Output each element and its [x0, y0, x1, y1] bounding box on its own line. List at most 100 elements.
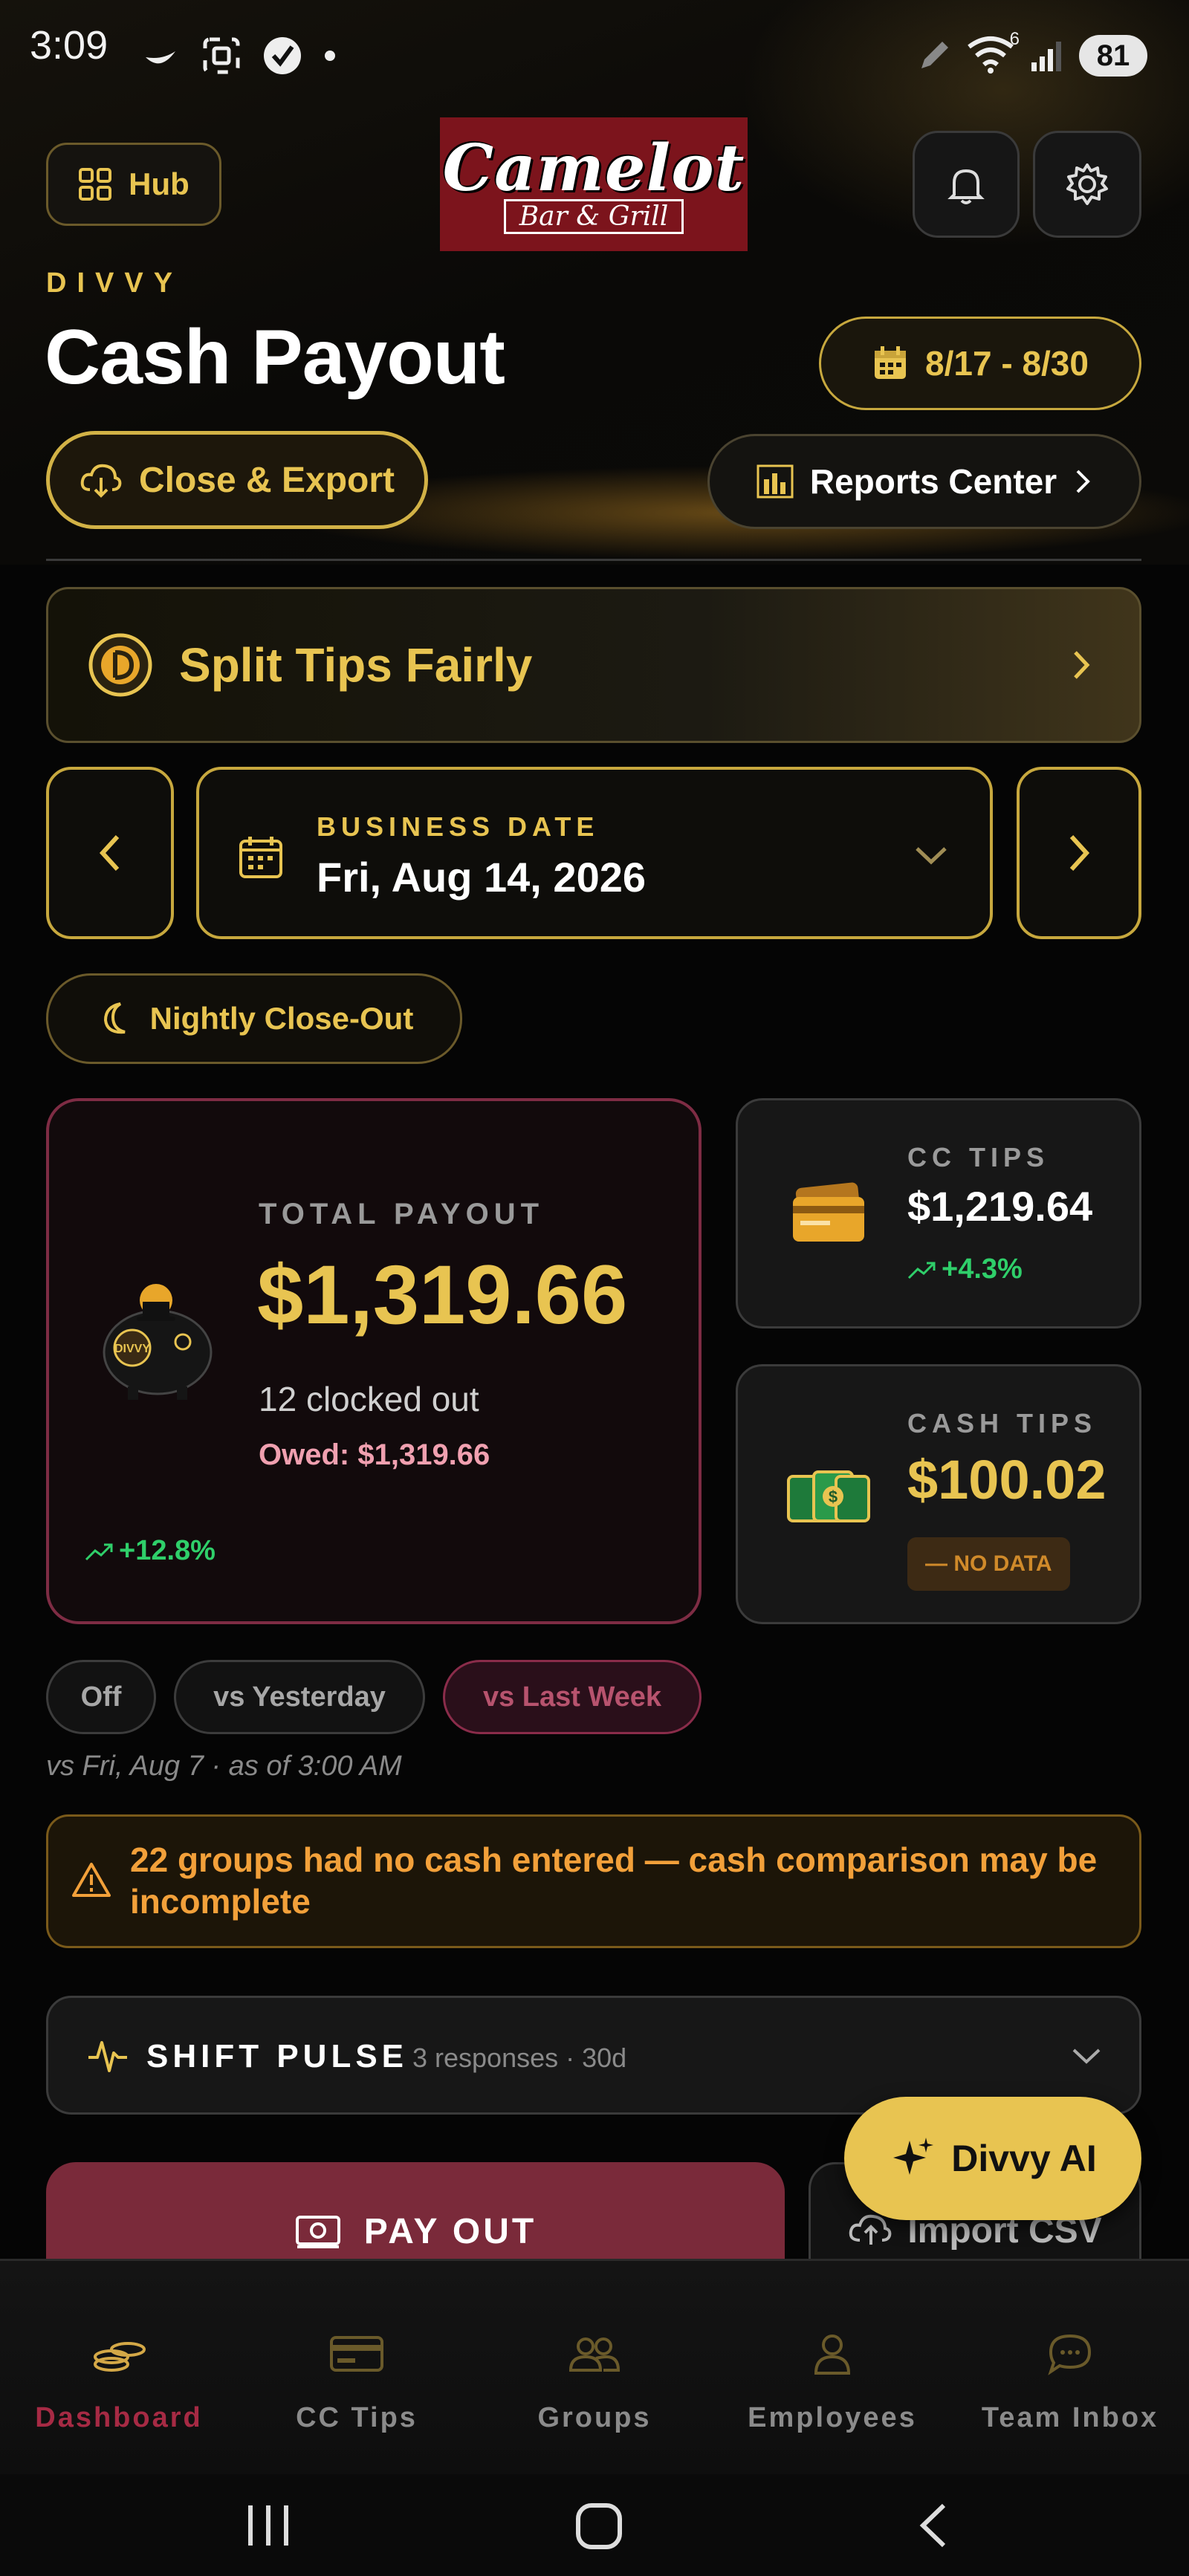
- compare-chip-yesterday[interactable]: vs Yesterday: [174, 1660, 425, 1734]
- chevron-down-icon: [916, 847, 947, 865]
- wifi-icon: 6: [966, 29, 1020, 77]
- app-eyebrow: DIVVY: [46, 267, 184, 299]
- piggy-bank-icon: DIVVY: [103, 1284, 213, 1400]
- total-payout-caption: TOTAL PAYOUT: [259, 1198, 545, 1230]
- no-data-badge: — NO DATA: [907, 1537, 1070, 1591]
- compare-note: vs Fri, Aug 7 · as of 3:00 AM: [46, 1751, 402, 1782]
- date-range-button[interactable]: 8/17 - 8/30: [819, 317, 1141, 410]
- date-range-label: 8/17 - 8/30: [925, 344, 1089, 383]
- cloud-download-icon: [80, 464, 122, 498]
- trend-up-icon: [907, 1262, 936, 1279]
- person-icon: [799, 2328, 866, 2380]
- reports-center-button[interactable]: Reports Center: [707, 434, 1141, 529]
- cc-tips-caption: CC TIPS: [907, 1142, 1050, 1172]
- nightly-close-out-label: Nightly Close-Out: [149, 1001, 414, 1036]
- status-notification-icons: [140, 30, 363, 82]
- chevron-down-icon: [1072, 2048, 1101, 2064]
- nav-item-cc-tips[interactable]: CC Tips: [238, 2261, 476, 2476]
- total-payout-trend: +12.8%: [85, 1535, 216, 1567]
- nav-label-cc-tips: CC Tips: [296, 2402, 418, 2433]
- calendar-icon: [875, 346, 907, 379]
- verified-status-icon: [264, 37, 301, 74]
- owed-amount: Owed: $1,319.66: [259, 1438, 490, 1471]
- gear-icon: [1066, 163, 1108, 205]
- chevron-right-icon: [1076, 470, 1090, 493]
- cash-tips-amount: $100.02: [907, 1449, 1107, 1511]
- group-icon: [561, 2328, 628, 2380]
- screenshot-status-icon: [203, 37, 240, 74]
- previous-date-button[interactable]: [46, 767, 174, 939]
- close-export-label: Close & Export: [138, 460, 395, 500]
- wifi-badge: 6: [1009, 28, 1020, 49]
- total-payout-trend-value: +12.8%: [119, 1535, 216, 1566]
- svg-text:$: $: [829, 1487, 838, 1506]
- signal-icon: [1031, 42, 1061, 71]
- business-date-selector[interactable]: BUSINESS DATE Fri, Aug 14, 2026: [196, 767, 993, 939]
- divvy-coin-icon: [88, 633, 152, 697]
- cash-tips-card[interactable]: $ CASH TIPS $100.02 — NO DATA: [736, 1364, 1141, 1624]
- close-export-button[interactable]: Close & Export: [46, 431, 428, 529]
- nav-label-team-inbox: Team Inbox: [981, 2402, 1159, 2433]
- dot-status-icon: [325, 51, 335, 61]
- svg-text:DIVVY: DIVVY: [114, 1343, 150, 1355]
- shift-pulse-meta: 3 responses · 30d: [412, 2043, 627, 2073]
- divvy-ai-label: Divvy AI: [951, 2138, 1097, 2179]
- calendar-icon: [239, 837, 282, 878]
- credit-card-icon: [793, 1182, 864, 1242]
- divvy-ai-button[interactable]: Divvy AI: [844, 2097, 1141, 2220]
- trend-up-icon: [85, 1543, 113, 1560]
- brand-main: Camelot: [442, 130, 745, 206]
- business-date-caption: BUSINESS DATE: [317, 811, 600, 842]
- status-system-icons: 6 81: [916, 29, 1161, 82]
- battery-indicator: 81: [1079, 35, 1147, 77]
- split-tips-label: Split Tips Fairly: [179, 638, 533, 692]
- total-payout-amount: $1,319.66: [257, 1248, 628, 1341]
- page-title: Cash Payout: [45, 314, 505, 400]
- hub-button[interactable]: Hub: [46, 143, 221, 226]
- status-time: 3:09: [30, 23, 108, 68]
- grid-icon: [79, 168, 112, 201]
- next-date-button[interactable]: [1017, 767, 1141, 939]
- nav-item-dashboard[interactable]: Dashboard: [0, 2261, 238, 2476]
- compare-chip-last-week[interactable]: vs Last Week: [443, 1660, 702, 1734]
- cash-warning-text: 22 groups had no cash entered — cash com…: [130, 1840, 1098, 1921]
- chevron-right-icon: [1069, 834, 1090, 872]
- bell-icon: [947, 169, 985, 204]
- nav-item-groups[interactable]: Groups: [476, 2261, 713, 2476]
- moon-status-icon: [146, 51, 175, 64]
- sparkle-icon: [893, 2138, 934, 2175]
- money-icon: [295, 2216, 340, 2248]
- nav-label-groups: Groups: [537, 2402, 652, 2433]
- warning-icon: [72, 1863, 111, 1897]
- hub-label: Hub: [129, 166, 189, 201]
- pen-status-icon: [921, 42, 948, 68]
- cc-tips-trend: +4.3%: [907, 1253, 1023, 1285]
- nav-item-employees[interactable]: Employees: [713, 2261, 951, 2476]
- bar-chart-icon: [757, 464, 794, 499]
- cash-tips-caption: CASH TIPS: [907, 1408, 1098, 1438]
- brand-sub: Bar & Grill: [503, 198, 684, 234]
- cc-tips-card[interactable]: CC TIPS $1,219.64 +4.3%: [736, 1098, 1141, 1328]
- business-date-value: Fri, Aug 14, 2026: [317, 854, 646, 901]
- bottom-navigation: Dashboard CC Tips Groups Employees Team …: [0, 2259, 1189, 2474]
- chat-bubble-icon: [1037, 2328, 1104, 2380]
- camelot-logo: Camelot Bar & Grill: [440, 117, 748, 251]
- recent-apps-icon[interactable]: [242, 2501, 294, 2550]
- header-divider: [46, 559, 1141, 561]
- shift-pulse-title: SHIFT PULSE: [146, 2038, 409, 2074]
- cash-stack-icon: $: [787, 1470, 870, 1522]
- nav-item-team-inbox[interactable]: Team Inbox: [951, 2261, 1189, 2476]
- credit-card-icon: [323, 2328, 390, 2380]
- reports-center-label: Reports Center: [809, 462, 1057, 501]
- compare-chip-off[interactable]: Off: [46, 1660, 156, 1734]
- split-tips-promo[interactable]: Split Tips Fairly: [46, 587, 1141, 743]
- chevron-right-icon: [1074, 651, 1090, 679]
- settings-button[interactable]: [1033, 131, 1141, 238]
- nav-label-employees: Employees: [748, 2402, 917, 2433]
- cc-tips-amount: $1,219.64: [907, 1183, 1093, 1230]
- notifications-button[interactable]: [913, 131, 1020, 238]
- home-icon[interactable]: [572, 2499, 626, 2553]
- back-icon[interactable]: [911, 2501, 956, 2550]
- nightly-close-out-button[interactable]: Nightly Close-Out: [46, 973, 462, 1064]
- pulse-icon: [88, 2041, 127, 2072]
